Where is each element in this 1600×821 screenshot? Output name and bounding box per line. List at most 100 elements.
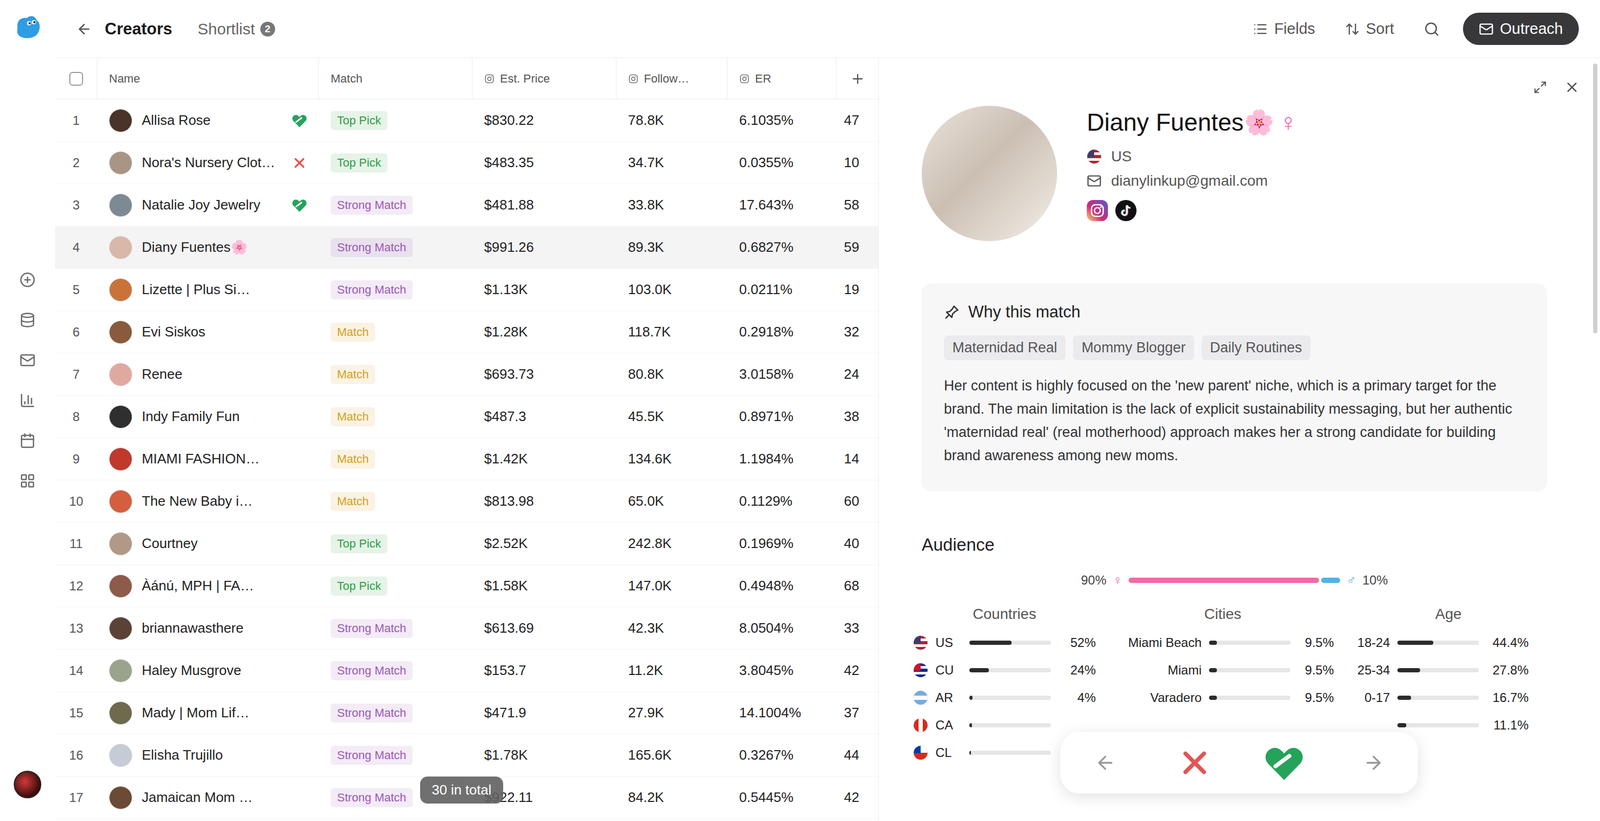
table-row[interactable]: 5Lizette | Plus Si…Strong Match$1.13K103…	[55, 268, 879, 312]
followers-cell: 89.3K	[616, 226, 728, 269]
shortlist-button[interactable]	[1260, 739, 1308, 787]
scrollbar[interactable]	[1593, 63, 1598, 334]
table-row[interactable]: 1Allisa RoseTop Pick$830.2278.8K6.1035%4…	[55, 99, 879, 142]
app-logo-icon[interactable]	[14, 14, 41, 40]
table-row[interactable]: 10The New Baby i…Match$813.9865.0K0.1129…	[55, 480, 879, 523]
table-row[interactable]: 16Elisha TrujilloStrong Match$1.78K165.6…	[55, 734, 879, 777]
creator-detail: Diany Fuentes🌸♀USdianylinkup@gmail.comWh…	[878, 58, 1600, 821]
sidebar-item[interactable]	[19, 473, 36, 489]
table-row[interactable]: 12Àánú, MPH | FA…Top Pick$1.58K147.0K0.4…	[55, 565, 879, 608]
search-button[interactable]	[1423, 21, 1440, 38]
sidebar-item[interactable]	[19, 352, 36, 369]
chart-icon	[19, 392, 36, 409]
sidebar-item[interactable]	[19, 432, 36, 449]
email-line[interactable]: dianylinkup@gmail.com	[1086, 172, 1298, 190]
reject-button[interactable]	[1170, 739, 1219, 787]
table-row[interactable]: 7ReneeMatch$693.7380.8K3.0158%24	[55, 353, 879, 396]
fields-button[interactable]: Fields	[1252, 20, 1315, 38]
followers-cell: 78.8K	[616, 99, 728, 142]
profile-photo	[921, 105, 1058, 242]
sort-button[interactable]: Sort	[1344, 20, 1395, 38]
bar-track	[969, 750, 1051, 756]
table-row[interactable]: 6Evi SiskosMatch$1.28K118.7K0.2918%32	[55, 311, 879, 354]
header-cell[interactable]: Est. Price	[472, 58, 617, 99]
table-row[interactable]: 2Nora's Nursery Clot…Top Pick$483.3534.7…	[55, 141, 879, 185]
select-all-checkbox[interactable]	[69, 71, 84, 86]
user-avatar[interactable]	[13, 770, 42, 799]
reject-icon	[1176, 744, 1214, 782]
name-cell: Indy Family Fun	[97, 395, 320, 438]
name-cell: Lizette | Plus Si…	[97, 268, 320, 311]
bar-fill	[1397, 695, 1412, 700]
sidebar-item[interactable]	[19, 312, 36, 329]
table-row[interactable]: 8Indy Family FunMatch$487.345.5K0.8971%3…	[55, 395, 879, 439]
followers-cell: 84.2K	[616, 776, 728, 819]
database-icon	[19, 312, 36, 329]
close-button[interactable]	[1564, 79, 1580, 96]
creator-avatar	[108, 659, 133, 683]
audience-row: Miami9.5%	[1111, 656, 1334, 685]
sort-icon	[1344, 21, 1360, 37]
add-column-button[interactable]	[836, 58, 879, 99]
app: CreatorsShortlist2FieldsSortOutreachName…	[0, 0, 1600, 821]
total-count: 30 in total	[420, 776, 504, 804]
name-cell: Renee	[97, 353, 320, 396]
bar-track	[969, 640, 1051, 645]
table-row[interactable]: 11CourtneyTop Pick$2.52K242.8K0.1969%40	[55, 522, 879, 566]
header-cell	[55, 58, 98, 99]
extra-cell: 47	[836, 99, 879, 142]
sidebar-item[interactable]	[19, 271, 36, 288]
mail-icon	[1086, 173, 1102, 189]
price-cell: $483.35	[472, 141, 617, 184]
header-cell[interactable]: ER	[727, 58, 837, 99]
back-button[interactable]	[76, 21, 93, 38]
why-match-title: Why this match	[943, 302, 1525, 322]
instagram-link[interactable]	[1086, 200, 1108, 222]
table-row[interactable]: 14Haley MusgroveStrong Match$153.711.2K3…	[55, 649, 879, 693]
table-row[interactable]: 4Diany Fuentes🌸Strong Match$991.2689.3K0…	[55, 226, 879, 269]
male-fill	[1321, 577, 1341, 584]
bar-fill	[969, 668, 989, 673]
flag-icon	[1086, 149, 1102, 165]
outreach-button[interactable]: Outreach	[1462, 12, 1579, 45]
row-index: 6	[55, 311, 98, 353]
match-cell: Strong Match	[319, 226, 473, 269]
extra-cell: 68	[836, 565, 879, 607]
followers-cell: 27.9K	[616, 692, 728, 734]
bar-track	[969, 668, 1051, 673]
extra-cell: 44	[836, 734, 879, 777]
shortlist-tab[interactable]: Shortlist2	[197, 20, 276, 39]
table-row[interactable]: 15Mady | Mom Lif…Strong Match$471.927.9K…	[55, 692, 879, 735]
table-row[interactable]: 9MIAMI FASHION…Match$1.42K134.6K1.1984%1…	[55, 438, 879, 481]
creator-avatar	[108, 489, 133, 514]
match-cell: Top Pick	[319, 99, 473, 142]
next-button[interactable]	[1349, 739, 1398, 787]
previous-button[interactable]	[1081, 739, 1130, 787]
price-cell: $487.3	[472, 395, 617, 438]
table-row[interactable]: 3Natalie Joy JewelryStrong Match$481.883…	[55, 184, 879, 227]
creator-avatar	[108, 616, 133, 641]
row-index: 3	[55, 184, 98, 226]
expand-button[interactable]	[1533, 80, 1548, 95]
price-cell: $1.13K	[472, 268, 617, 311]
creator-avatar	[108, 278, 133, 302]
audience-row: 18-2444.4%	[1349, 629, 1548, 657]
match-cell: Top Pick	[319, 565, 473, 607]
header-cell[interactable]: Match	[319, 58, 473, 99]
arrow-right-icon	[1362, 752, 1385, 774]
group-title: Countries	[913, 605, 1096, 623]
er-cell: 0.1969%	[727, 522, 837, 565]
tiktok-link[interactable]	[1115, 200, 1137, 222]
bar-fill	[1397, 668, 1421, 673]
creators-table: NameMatchEst. PriceFollow…ER1Allisa Rose…	[55, 58, 879, 821]
match-badge: Strong Match	[330, 703, 413, 723]
bar-fill	[969, 723, 972, 728]
instagram-icon	[1086, 200, 1108, 222]
header-cell[interactable]: Follow…	[616, 58, 728, 99]
tag: Maternidad Real	[943, 335, 1066, 361]
table-row[interactable]: 13briannawasthereStrong Match$613.6942.3…	[55, 607, 879, 650]
sidebar-item[interactable]	[19, 392, 36, 409]
header-cell[interactable]: Name	[97, 58, 320, 99]
creator-avatar	[108, 193, 133, 217]
arrow-left-icon	[1094, 752, 1116, 774]
